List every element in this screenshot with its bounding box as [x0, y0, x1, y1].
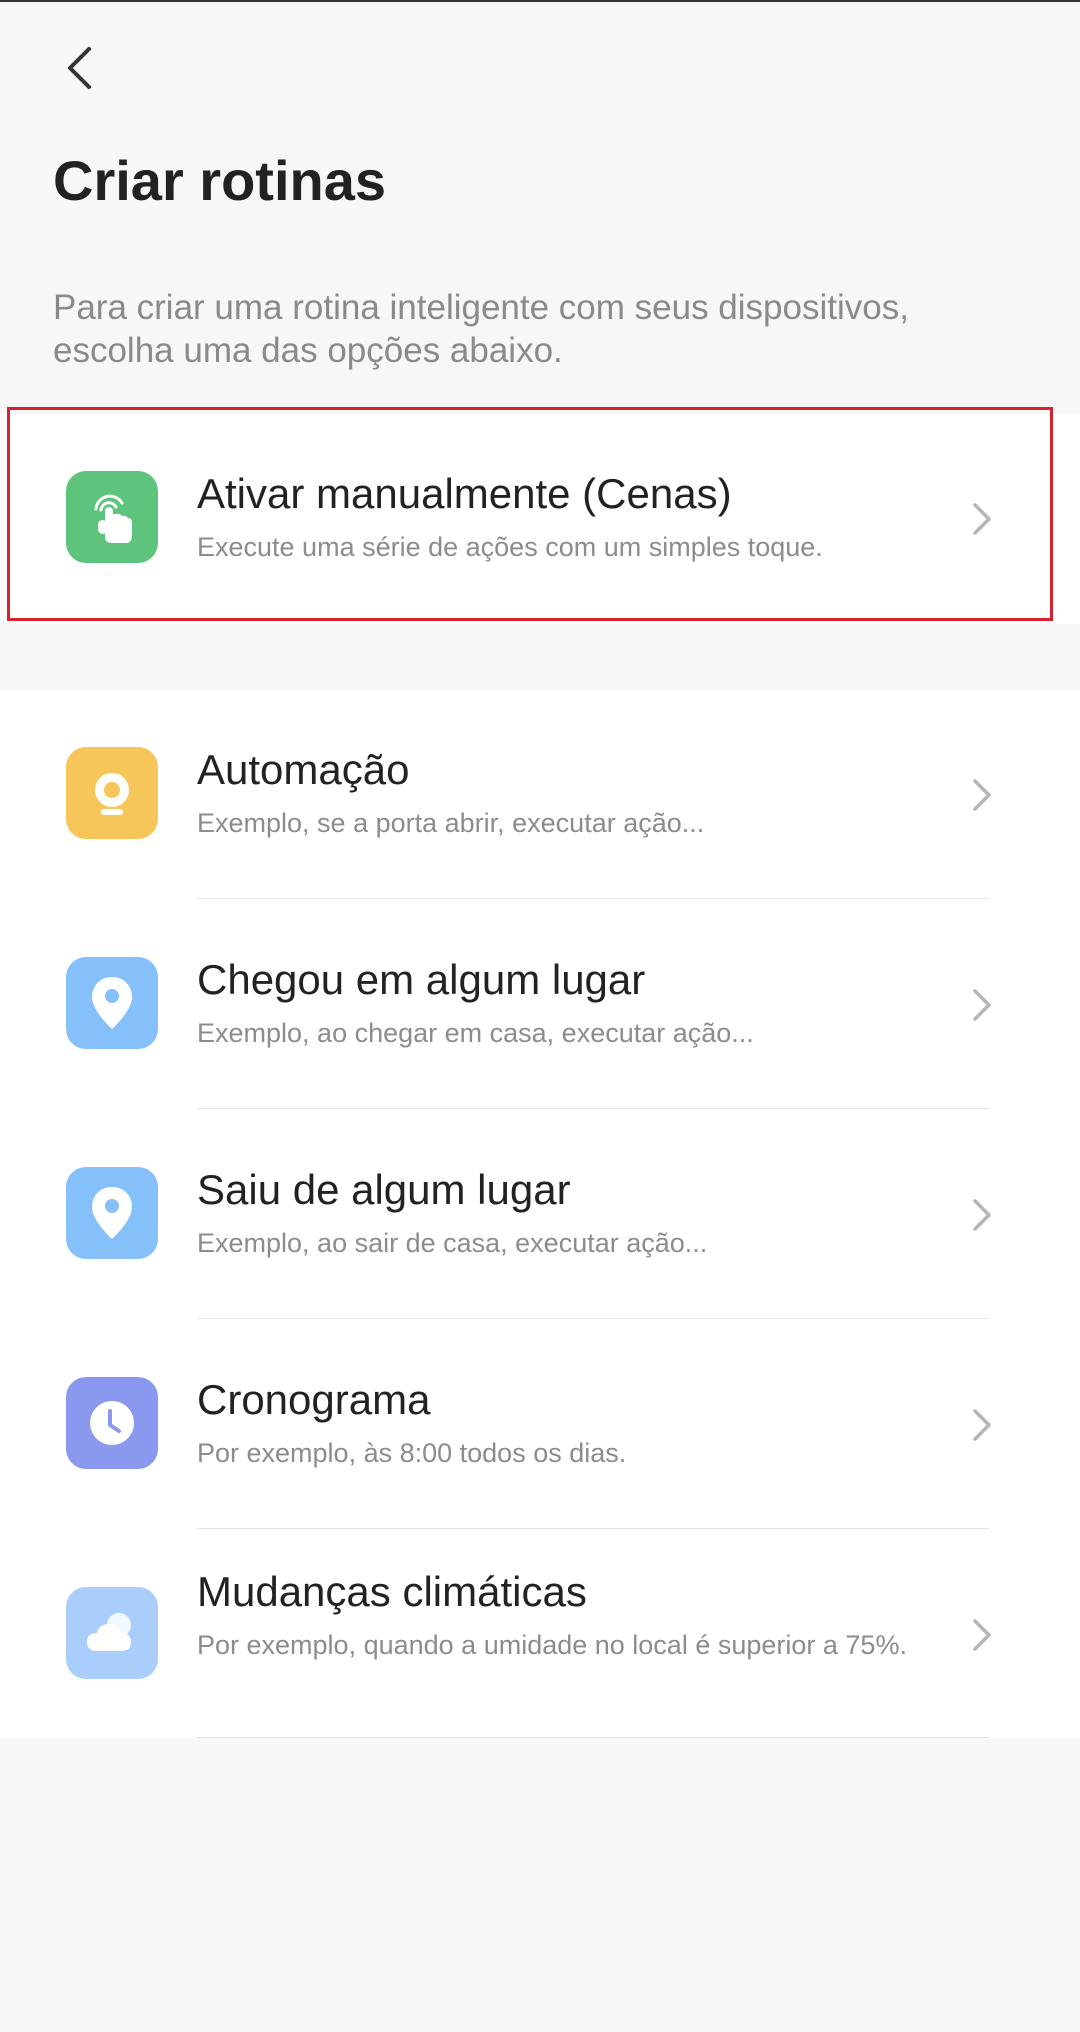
hand-tap-icon: [66, 471, 158, 563]
option-manual-scene[interactable]: Ativar manualmente (Cenas) Execute uma s…: [0, 414, 1080, 624]
page-description: Para criar uma rotina inteligente com se…: [53, 288, 909, 370]
chevron-right-icon: [973, 1409, 991, 1441]
location-pin-icon: [66, 957, 158, 1049]
divider: [197, 1737, 989, 1738]
page-title: Criar rotinas: [53, 149, 386, 212]
option-subtitle: Execute uma série de ações com um simple…: [197, 532, 823, 562]
chevron-right-icon: [973, 1199, 991, 1231]
option-title: Saiu de algum lugar: [197, 1166, 571, 1213]
back-button[interactable]: [52, 40, 108, 96]
option-schedule[interactable]: Cronograma Por exemplo, às 8:00 todos os…: [0, 1320, 1080, 1530]
option-subtitle: Por exemplo, às 8:00 todos os dias.: [197, 1438, 627, 1468]
chevron-left-icon: [68, 47, 91, 89]
option-subtitle: Exemplo, ao sair de casa, executar ação.…: [197, 1228, 708, 1258]
location-pin-icon: [66, 1167, 158, 1259]
option-title: Automação: [197, 746, 410, 793]
options-list: Automação Exemplo, se a porta abrir, exe…: [0, 690, 1080, 1738]
divider: [197, 898, 989, 899]
top-border: [0, 0, 1080, 2]
option-automation[interactable]: Automação Exemplo, se a porta abrir, exe…: [0, 690, 1080, 900]
divider: [197, 1318, 989, 1319]
chevron-right-icon: [973, 989, 991, 1021]
option-subtitle: Exemplo, se a porta abrir, executar ação…: [197, 808, 705, 838]
chevron-right-icon: [973, 503, 991, 535]
manual-scene-card: Ativar manualmente (Cenas) Execute uma s…: [0, 414, 1080, 624]
option-subtitle: Exemplo, ao chegar em casa, executar açã…: [197, 1018, 754, 1048]
option-title: Chegou em algum lugar: [197, 956, 646, 1003]
weather-icon: [66, 1587, 158, 1679]
option-arrived[interactable]: Chegou em algum lugar Exemplo, ao chegar…: [0, 900, 1080, 1110]
divider: [197, 1108, 989, 1109]
option-weather[interactable]: Mudanças climáticas Por exemplo, quando …: [0, 1530, 1080, 1740]
option-title: Mudanças climáticas: [197, 1568, 587, 1615]
option-subtitle: Por exemplo, quando a umidade no local é…: [197, 1630, 907, 1660]
divider: [197, 1528, 989, 1529]
chevron-right-icon: [973, 1619, 991, 1651]
chevron-right-icon: [973, 779, 991, 811]
option-title: Ativar manualmente (Cenas): [197, 470, 732, 517]
webcam-icon: [66, 747, 158, 839]
clock-icon: [66, 1377, 158, 1469]
option-left[interactable]: Saiu de algum lugar Exemplo, ao sair de …: [0, 1110, 1080, 1320]
option-title: Cronograma: [197, 1376, 431, 1423]
